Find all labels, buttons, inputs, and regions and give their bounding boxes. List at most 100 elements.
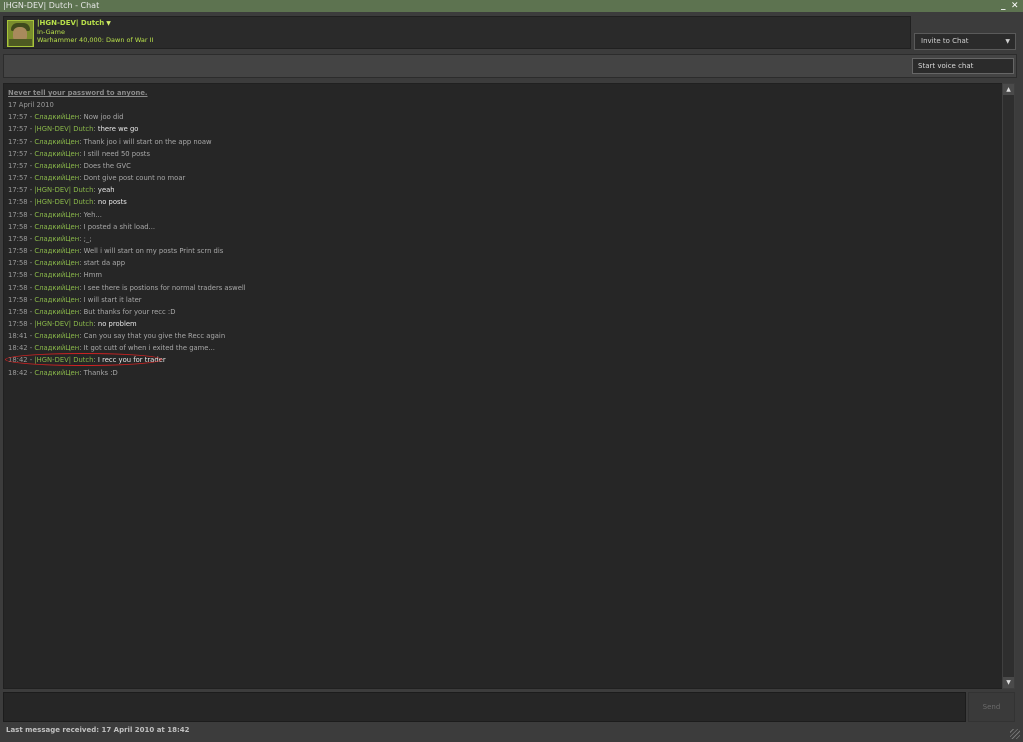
message-text: Thank joo i will start on the app noaw: [83, 137, 212, 146]
chat-line: 17:58 - СладкийЦен: Well i will start on…: [8, 245, 246, 257]
invite-to-chat-label: Invite to Chat: [921, 37, 969, 45]
message-sender: СладкийЦен: [34, 247, 80, 256]
chat-log[interactable]: Never tell your password to anyone. 17 A…: [3, 83, 1003, 689]
chat-log-scrollbar[interactable]: ▲ ▼: [1002, 83, 1015, 689]
message-text: I recc you for trader: [97, 356, 166, 365]
close-icon[interactable]: ✕: [1011, 0, 1019, 12]
start-voice-chat-label: Start voice chat: [918, 62, 974, 70]
chat-line: 17:58 - |HGN-DEV| Dutch: no problem: [8, 318, 246, 330]
message-sender: СладкийЦен: [34, 210, 80, 219]
message-sender: СладкийЦен: [34, 344, 80, 353]
friend-info: |HGN-DEV| Dutch ▼ In-Game Warhammer 40,00…: [37, 19, 153, 44]
message-time: 18:42: [8, 356, 28, 365]
message-time: 18:41: [8, 332, 28, 341]
message-text: I still need 50 posts: [83, 149, 151, 158]
message-sender: СладкийЦен: [34, 368, 80, 377]
message-time: 17:57: [8, 137, 28, 146]
friend-header: |HGN-DEV| Dutch ▼ In-Game Warhammer 40,00…: [3, 16, 911, 49]
chat-line: 17:57 - СладкийЦен: I still need 50 post…: [8, 148, 246, 160]
chat-line: 17:57 - СладкийЦен: Dont give post count…: [8, 172, 246, 184]
chat-line: 17:57 - |HGN-DEV| Dutch: there we go: [8, 123, 246, 135]
message-sender: СладкийЦен: [34, 222, 80, 231]
voice-bar: Start voice chat: [3, 54, 1017, 78]
message-sender: СладкийЦен: [34, 161, 80, 170]
chat-line: 17:58 - СладкийЦен: I see there is posti…: [8, 282, 246, 294]
chat-log-text: Never tell your password to anyone. 17 A…: [5, 87, 246, 379]
message-text: no problem: [97, 319, 137, 328]
friend-game: Warhammer 40,000: Dawn of War II: [37, 36, 154, 44]
message-sender: СладкийЦен: [34, 332, 80, 341]
invite-to-chat-dropdown[interactable]: Invite to Chat ▼: [914, 33, 1016, 50]
message-sender: |HGN-DEV| Dutch: [34, 125, 94, 134]
message-time: 17:58: [8, 295, 28, 304]
avatar[interactable]: [7, 20, 34, 47]
message-sender: СладкийЦен: [34, 149, 80, 158]
chat-line: 17:58 - СладкийЦен: Yeh...: [8, 209, 246, 221]
chat-line: 17:58 - СладкийЦен: I will start it late…: [8, 294, 246, 306]
message-sender: |HGN-DEV| Dutch: [34, 186, 94, 195]
message-sender: СладкийЦен: [34, 174, 80, 183]
scroll-down-icon[interactable]: ▼: [1003, 677, 1014, 688]
message-text: It got cutt of when i exited the game...: [83, 344, 215, 353]
message-text: Now joo did: [83, 113, 124, 122]
chat-line: 17:57 - СладкийЦен: Thank joo i will sta…: [8, 136, 246, 148]
message-text: Dont give post count no moar: [83, 174, 186, 183]
chat-line: 18:41 - СладкийЦен: Can you say that you…: [8, 330, 246, 342]
message-time: 18:42: [8, 368, 28, 377]
message-text: Can you say that you give the Recc again: [83, 332, 226, 341]
message-sender: СладкийЦен: [34, 113, 80, 122]
message-text: there we go: [97, 125, 139, 134]
friend-name: |HGN-DEV| Dutch: [37, 19, 105, 27]
message-text: ;_;: [83, 234, 92, 243]
message-text: Well i will start on my posts Print scrn…: [83, 247, 224, 256]
message-sender: СладкийЦен: [34, 283, 80, 292]
message-time: 17:58: [8, 198, 28, 207]
message-sender: СладкийЦен: [34, 307, 80, 316]
message-sender: |HGN-DEV| Dutch: [34, 198, 94, 207]
message-time: 17:57: [8, 149, 28, 158]
message-text: Yeh...: [83, 210, 102, 219]
friend-status: In-Game: [37, 28, 65, 36]
message-text: Hmm: [83, 271, 102, 280]
chat-line: 17:58 - СладкийЦен: I posted a shit load…: [8, 221, 246, 233]
chat-line: 18:42 - |HGN-DEV| Dutch: I recc you for …: [5, 353, 246, 367]
message-time: 17:58: [8, 210, 28, 219]
message-time: 17:57: [8, 161, 28, 170]
chat-line: 18:42 - СладкийЦен: It got cutt of when …: [8, 342, 246, 354]
message-text: But thanks for your recc :D: [83, 307, 176, 316]
chat-line: 17:58 - СладкийЦен: ;_;: [8, 233, 246, 245]
minimize-icon[interactable]: _: [1001, 0, 1006, 12]
start-voice-chat-button[interactable]: Start voice chat: [912, 58, 1014, 74]
chat-line: 17:58 - СладкийЦен: But thanks for your …: [8, 306, 246, 318]
resize-grip-icon[interactable]: [1010, 729, 1020, 739]
message-text: Thanks :D: [83, 368, 118, 377]
message-text: Does the GVC: [83, 161, 131, 170]
message-text: no posts: [97, 198, 127, 207]
message-sender: |HGN-DEV| Dutch: [34, 356, 94, 365]
message-sender: СладкийЦен: [34, 259, 80, 268]
message-sender: СладкийЦен: [34, 295, 80, 304]
scroll-up-icon[interactable]: ▲: [1003, 84, 1014, 95]
log-date: 17 April 2010: [8, 101, 54, 110]
message-text: I posted a shit load...: [83, 222, 156, 231]
message-time: 17:57: [8, 186, 28, 195]
chat-line: 17:57 - СладкийЦен: Does the GVC: [8, 160, 246, 172]
chat-line: 17:58 - |HGN-DEV| Dutch: no posts: [8, 196, 246, 208]
message-time: 17:58: [8, 259, 28, 268]
message-text: yeah: [97, 186, 115, 195]
password-warning: Never tell your password to anyone.: [8, 89, 148, 97]
message-text: I will start it later: [83, 295, 142, 304]
chevron-down-icon: ▼: [1005, 38, 1010, 45]
message-input[interactable]: [6, 695, 960, 715]
message-sender: СладкийЦен: [34, 234, 80, 243]
friend-name-menu[interactable]: |HGN-DEV| Dutch ▼: [37, 19, 153, 28]
message-compose-box[interactable]: [3, 692, 966, 722]
message-time: 17:57: [8, 174, 28, 183]
message-time: 17:58: [8, 247, 28, 256]
chat-line: 18:42 - СладкийЦен: Thanks :D: [8, 367, 246, 379]
message-time: 17:58: [8, 283, 28, 292]
message-sender: СладкийЦен: [34, 271, 80, 280]
send-button[interactable]: Send: [968, 692, 1015, 722]
last-message-status: Last message received: 17 April 2010 at …: [6, 726, 190, 734]
message-time: 17:58: [8, 307, 28, 316]
